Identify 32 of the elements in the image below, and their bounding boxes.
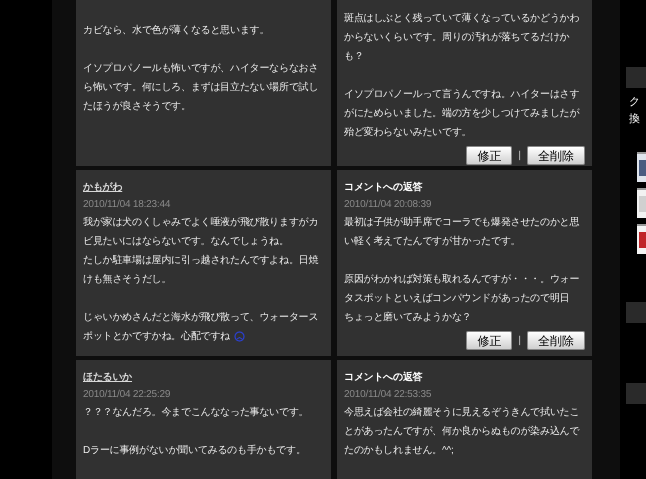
sidebar-text: 換 xyxy=(629,112,641,127)
comment-text: 今思えば会社の綺麗そうに見えるぞうきんで拭いたことがあったんですが、何か良からぬものが染み込んでたのかもしれません。^^; xyxy=(344,406,580,458)
comment-text: 最初は子供が助手席でコーラでも爆発させたのかと思い軽く考えてたんですが甘かったです。 xyxy=(344,216,580,249)
reply-title: コメントへの返答 xyxy=(344,180,422,195)
comment-date: 2010/11/04 18:23:44 xyxy=(83,198,172,212)
comment-date: 2010/11/04 22:25:29 xyxy=(83,388,172,402)
comment-date: 2010/11/04 20:08:39 xyxy=(344,198,432,212)
sidebar-header xyxy=(626,383,646,404)
comment-text: カビなら、水で色が薄くなると思います。 xyxy=(83,24,270,38)
comment-text: 我が家は犬のくしゃみでよく唾液が飛び散りますがカビ見たいにはならないです。なんでしょうね。 xyxy=(83,216,320,249)
author-link[interactable]: ほたるいか xyxy=(83,369,132,386)
edit-button[interactable]: 修正 xyxy=(466,331,512,350)
separator-text: | xyxy=(518,334,521,348)
comment-text: 斑点はしぶとく残っていて薄くなっているかどうかわからないくらいです。周りの汚れが落ちてるだけかも？ xyxy=(344,12,580,64)
comment-text: ちょっと磨いてみようかな？ xyxy=(344,310,472,325)
comment-text: イソプロパノールって言うんですね。ハイターはさすがにためらいました。端の方を少しつけてみましたが殆ど変わらないみたいです。 xyxy=(344,88,580,140)
delete-all-button[interactable]: 全削除 xyxy=(527,331,585,350)
sidebar-text: ク xyxy=(629,95,641,110)
comment-text: たしか駐車場は屋内に引っ越されたんですよね。日焼けも無さそうだし。 xyxy=(83,254,320,287)
comment-text: Dラーに事例がないか聞いてみるのも手かもです。 xyxy=(83,444,307,458)
comment-text: ？？？なんだろ。今までこんななった事ないです。 xyxy=(83,406,310,420)
comment-date: 2010/11/04 22:53:35 xyxy=(344,388,432,402)
comment-text: イソプロパノールも怖いですが、ハイターならなおさら怖いです。何にしろ、まずは目立たない場所で試したほうが良さそうです。 xyxy=(83,62,320,114)
comment-text: 原因がわかれば対策も取れるんですが・・・。ウォータスポットといえばコンパウンドがあったので明日 xyxy=(344,272,580,306)
reply-title: コメントへの返答 xyxy=(344,370,422,385)
separator-text: | xyxy=(518,149,521,163)
sidebar-header xyxy=(626,67,646,88)
edit-button[interactable]: 修正 xyxy=(466,146,512,165)
comment-text: じゃいかめさんだと海水が飛び散って、ウォータースポットとかですかね。心配ですね xyxy=(83,310,320,344)
delete-all-button[interactable]: 全削除 xyxy=(527,146,585,165)
author-link[interactable]: かもがわ xyxy=(83,179,122,196)
sidebar-header xyxy=(626,302,646,323)
